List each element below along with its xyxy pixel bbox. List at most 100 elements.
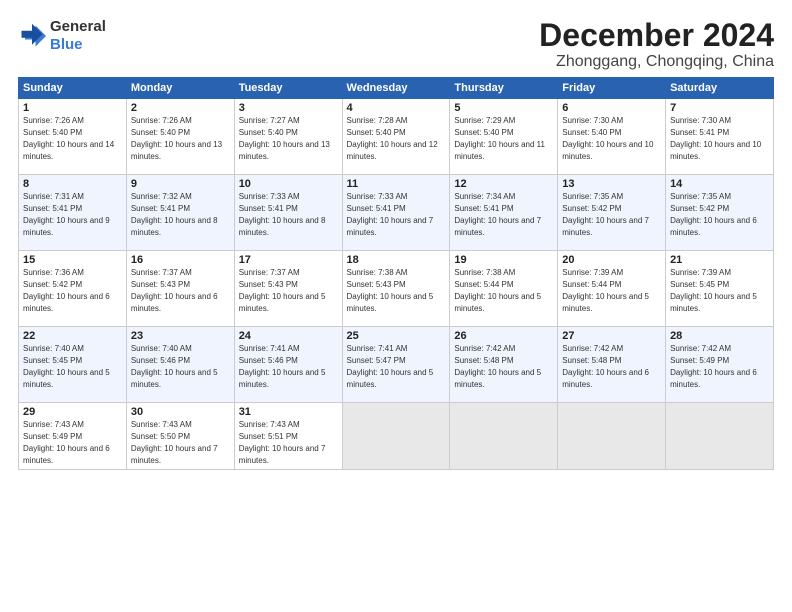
day-info: Sunrise: 7:26 AMSunset: 5:40 PMDaylight:… — [131, 116, 222, 160]
col-monday: Monday — [126, 78, 234, 99]
table-cell: 8 Sunrise: 7:31 AMSunset: 5:41 PMDayligh… — [19, 175, 127, 251]
calendar-header: Sunday Monday Tuesday Wednesday Thursday… — [19, 78, 774, 99]
day-number: 5 — [454, 102, 553, 114]
day-number: 13 — [562, 178, 661, 190]
table-cell: 3 Sunrise: 7:27 AMSunset: 5:40 PMDayligh… — [234, 99, 342, 175]
day-number: 25 — [347, 330, 446, 342]
day-number: 12 — [454, 178, 553, 190]
table-cell: 24 Sunrise: 7:41 AMSunset: 5:46 PMDaylig… — [234, 327, 342, 403]
table-cell — [450, 403, 558, 470]
col-wednesday: Wednesday — [342, 78, 450, 99]
header: General Blue December 2024 Zhonggang, Ch… — [18, 18, 774, 71]
day-info: Sunrise: 7:38 AMSunset: 5:43 PMDaylight:… — [347, 268, 434, 312]
day-number: 10 — [239, 178, 338, 190]
day-number: 15 — [23, 254, 122, 266]
day-info: Sunrise: 7:42 AMSunset: 5:48 PMDaylight:… — [562, 344, 649, 388]
col-saturday: Saturday — [666, 78, 774, 99]
table-cell: 27 Sunrise: 7:42 AMSunset: 5:48 PMDaylig… — [558, 327, 666, 403]
col-thursday: Thursday — [450, 78, 558, 99]
day-number: 28 — [670, 330, 769, 342]
table-cell: 31 Sunrise: 7:43 AMSunset: 5:51 PMDaylig… — [234, 403, 342, 470]
month-title: December 2024 — [539, 18, 774, 53]
day-number: 21 — [670, 254, 769, 266]
table-cell: 22 Sunrise: 7:40 AMSunset: 5:45 PMDaylig… — [19, 327, 127, 403]
calendar-table: Sunday Monday Tuesday Wednesday Thursday… — [18, 77, 774, 470]
table-cell: 9 Sunrise: 7:32 AMSunset: 5:41 PMDayligh… — [126, 175, 234, 251]
title-block: December 2024 Zhonggang, Chongqing, Chin… — [539, 18, 774, 71]
day-info: Sunrise: 7:27 AMSunset: 5:40 PMDaylight:… — [239, 116, 330, 160]
day-info: Sunrise: 7:43 AMSunset: 5:51 PMDaylight:… — [239, 420, 326, 464]
day-info: Sunrise: 7:28 AMSunset: 5:40 PMDaylight:… — [347, 116, 438, 160]
day-info: Sunrise: 7:40 AMSunset: 5:46 PMDaylight:… — [131, 344, 218, 388]
day-number: 11 — [347, 178, 446, 190]
table-cell: 12 Sunrise: 7:34 AMSunset: 5:41 PMDaylig… — [450, 175, 558, 251]
table-cell: 6 Sunrise: 7:30 AMSunset: 5:40 PMDayligh… — [558, 99, 666, 175]
table-cell: 23 Sunrise: 7:40 AMSunset: 5:46 PMDaylig… — [126, 327, 234, 403]
day-info: Sunrise: 7:30 AMSunset: 5:40 PMDaylight:… — [562, 116, 653, 160]
day-info: Sunrise: 7:26 AMSunset: 5:40 PMDaylight:… — [23, 116, 114, 160]
day-info: Sunrise: 7:39 AMSunset: 5:45 PMDaylight:… — [670, 268, 757, 312]
table-cell — [342, 403, 450, 470]
table-cell: 1 Sunrise: 7:26 AMSunset: 5:40 PMDayligh… — [19, 99, 127, 175]
table-cell: 26 Sunrise: 7:42 AMSunset: 5:48 PMDaylig… — [450, 327, 558, 403]
table-cell — [666, 403, 774, 470]
day-info: Sunrise: 7:33 AMSunset: 5:41 PMDaylight:… — [239, 192, 326, 236]
table-cell: 15 Sunrise: 7:36 AMSunset: 5:42 PMDaylig… — [19, 251, 127, 327]
day-number: 8 — [23, 178, 122, 190]
logo-blue: Blue — [50, 36, 83, 53]
day-info: Sunrise: 7:41 AMSunset: 5:46 PMDaylight:… — [239, 344, 326, 388]
day-number: 23 — [131, 330, 230, 342]
table-cell — [558, 403, 666, 470]
day-number: 7 — [670, 102, 769, 114]
table-cell: 11 Sunrise: 7:33 AMSunset: 5:41 PMDaylig… — [342, 175, 450, 251]
table-cell: 19 Sunrise: 7:38 AMSunset: 5:44 PMDaylig… — [450, 251, 558, 327]
table-cell: 16 Sunrise: 7:37 AMSunset: 5:43 PMDaylig… — [126, 251, 234, 327]
day-number: 2 — [131, 102, 230, 114]
table-cell: 17 Sunrise: 7:37 AMSunset: 5:43 PMDaylig… — [234, 251, 342, 327]
day-info: Sunrise: 7:43 AMSunset: 5:49 PMDaylight:… — [23, 420, 110, 464]
day-info: Sunrise: 7:34 AMSunset: 5:41 PMDaylight:… — [454, 192, 541, 236]
table-cell: 4 Sunrise: 7:28 AMSunset: 5:40 PMDayligh… — [342, 99, 450, 175]
table-cell: 28 Sunrise: 7:42 AMSunset: 5:49 PMDaylig… — [666, 327, 774, 403]
table-cell: 2 Sunrise: 7:26 AMSunset: 5:40 PMDayligh… — [126, 99, 234, 175]
table-cell: 13 Sunrise: 7:35 AMSunset: 5:42 PMDaylig… — [558, 175, 666, 251]
day-number: 18 — [347, 254, 446, 266]
logo-icon — [18, 22, 46, 50]
day-number: 27 — [562, 330, 661, 342]
logo-general: General — [50, 18, 106, 35]
day-number: 19 — [454, 254, 553, 266]
calendar-body: 1 Sunrise: 7:26 AMSunset: 5:40 PMDayligh… — [19, 99, 774, 470]
day-number: 24 — [239, 330, 338, 342]
table-cell: 7 Sunrise: 7:30 AMSunset: 5:41 PMDayligh… — [666, 99, 774, 175]
day-info: Sunrise: 7:32 AMSunset: 5:41 PMDaylight:… — [131, 192, 218, 236]
day-number: 22 — [23, 330, 122, 342]
table-cell: 21 Sunrise: 7:39 AMSunset: 5:45 PMDaylig… — [666, 251, 774, 327]
page: General Blue December 2024 Zhonggang, Ch… — [0, 0, 792, 612]
col-tuesday: Tuesday — [234, 78, 342, 99]
day-info: Sunrise: 7:37 AMSunset: 5:43 PMDaylight:… — [131, 268, 218, 312]
header-row: Sunday Monday Tuesday Wednesday Thursday… — [19, 78, 774, 99]
day-number: 3 — [239, 102, 338, 114]
table-cell: 20 Sunrise: 7:39 AMSunset: 5:44 PMDaylig… — [558, 251, 666, 327]
day-number: 29 — [23, 406, 122, 418]
day-info: Sunrise: 7:31 AMSunset: 5:41 PMDaylight:… — [23, 192, 110, 236]
day-info: Sunrise: 7:33 AMSunset: 5:41 PMDaylight:… — [347, 192, 434, 236]
day-info: Sunrise: 7:42 AMSunset: 5:48 PMDaylight:… — [454, 344, 541, 388]
day-info: Sunrise: 7:40 AMSunset: 5:45 PMDaylight:… — [23, 344, 110, 388]
day-info: Sunrise: 7:39 AMSunset: 5:44 PMDaylight:… — [562, 268, 649, 312]
day-number: 30 — [131, 406, 230, 418]
table-cell: 14 Sunrise: 7:35 AMSunset: 5:42 PMDaylig… — [666, 175, 774, 251]
day-info: Sunrise: 7:41 AMSunset: 5:47 PMDaylight:… — [347, 344, 434, 388]
logo: General Blue — [18, 18, 106, 54]
day-number: 16 — [131, 254, 230, 266]
day-info: Sunrise: 7:42 AMSunset: 5:49 PMDaylight:… — [670, 344, 757, 388]
day-number: 1 — [23, 102, 122, 114]
table-cell: 5 Sunrise: 7:29 AMSunset: 5:40 PMDayligh… — [450, 99, 558, 175]
day-number: 14 — [670, 178, 769, 190]
table-cell: 18 Sunrise: 7:38 AMSunset: 5:43 PMDaylig… — [342, 251, 450, 327]
day-info: Sunrise: 7:37 AMSunset: 5:43 PMDaylight:… — [239, 268, 326, 312]
table-cell: 29 Sunrise: 7:43 AMSunset: 5:49 PMDaylig… — [19, 403, 127, 470]
day-info: Sunrise: 7:35 AMSunset: 5:42 PMDaylight:… — [670, 192, 757, 236]
day-info: Sunrise: 7:38 AMSunset: 5:44 PMDaylight:… — [454, 268, 541, 312]
day-number: 20 — [562, 254, 661, 266]
